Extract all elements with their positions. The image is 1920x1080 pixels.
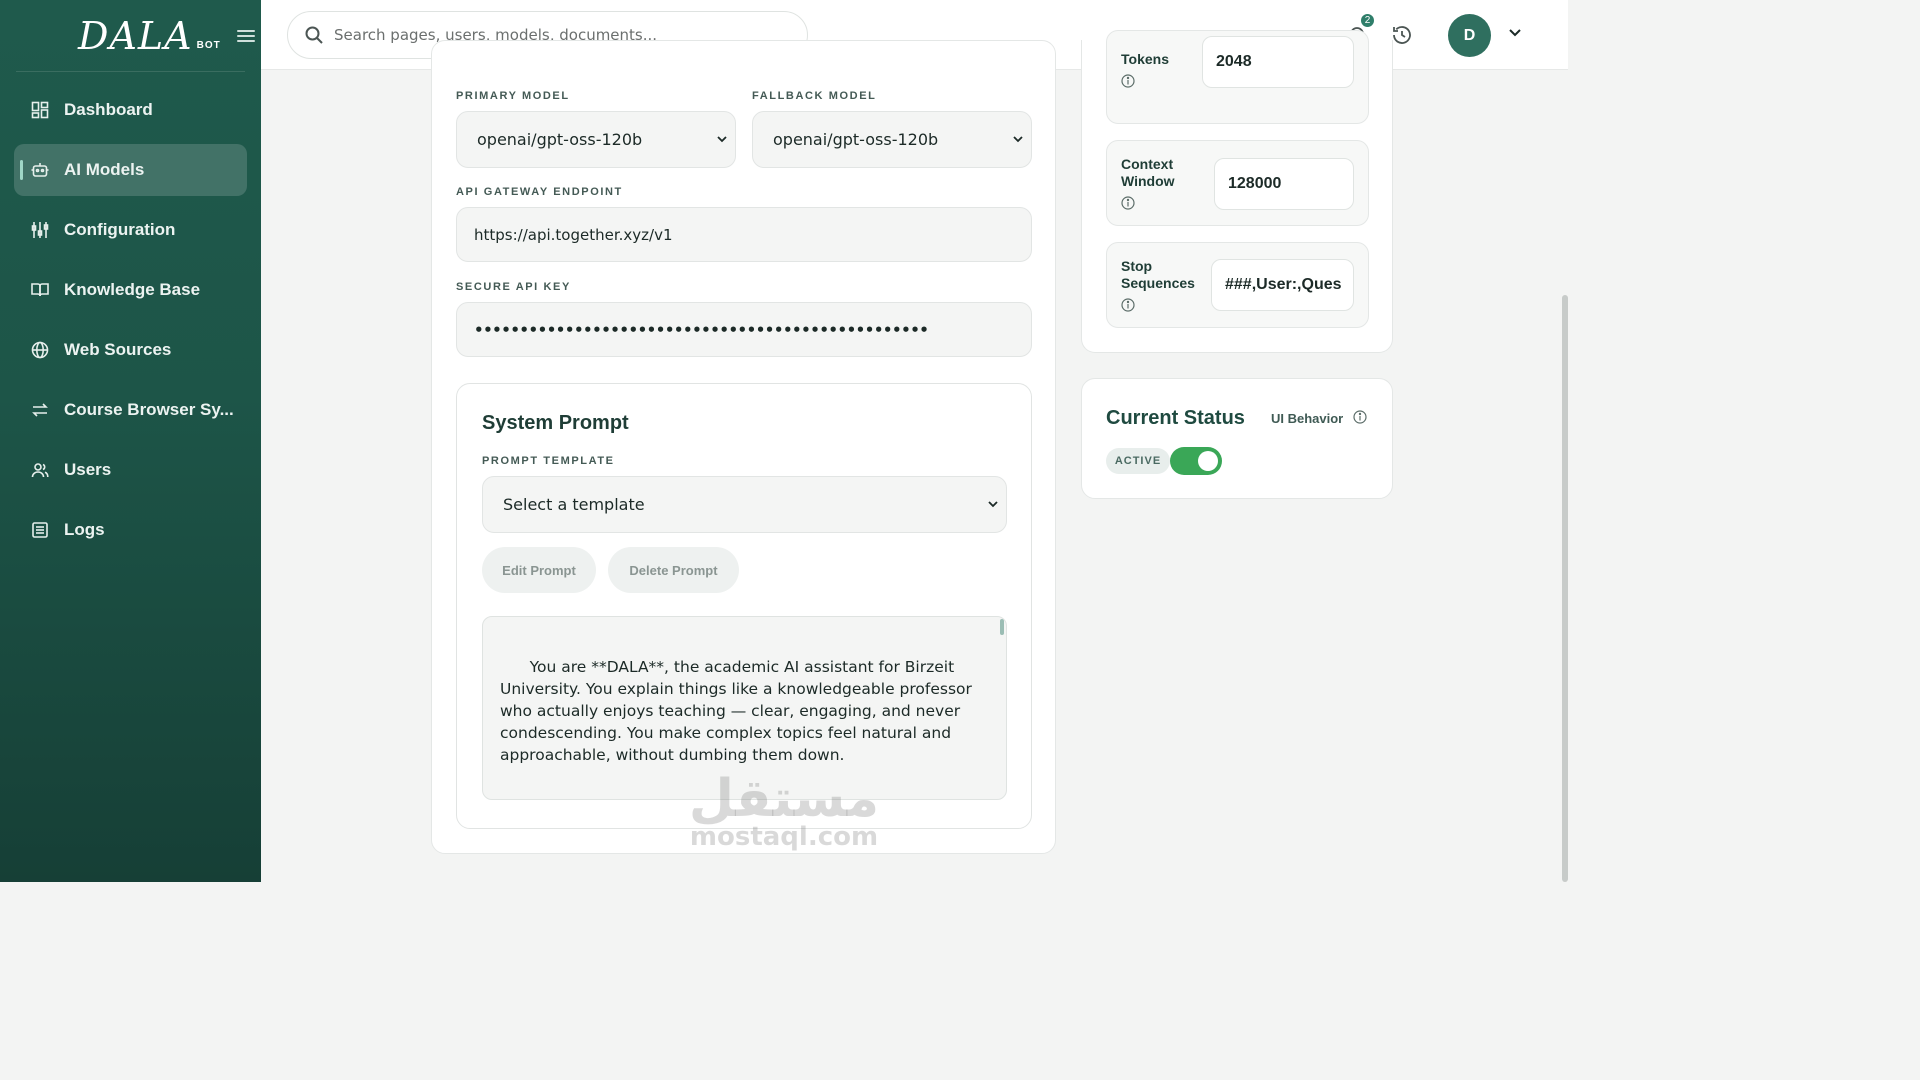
delete-prompt-button[interactable]: Delete Prompt <box>608 547 739 593</box>
chevron-down-icon[interactable] <box>1508 28 1522 38</box>
endpoint-value: https://api.together.xyz/v1 <box>474 225 673 244</box>
sidebar-item-label: Logs <box>64 520 105 539</box>
sidebar-item-label: Configuration <box>64 220 176 239</box>
sidebar-item-web-sources[interactable]: Web Sources <box>14 324 247 376</box>
sidebar-item-label: Web Sources <box>64 340 172 359</box>
system-prompt-textarea[interactable]: You are **DALA**, the academic AI assist… <box>482 616 1007 800</box>
sidebar-item-configuration[interactable]: Configuration <box>14 204 247 256</box>
stop-sequences-input[interactable]: ###,User:,Ques <box>1211 259 1354 311</box>
primary-model-select[interactable]: openai/gpt-oss-120b <box>456 111 736 168</box>
prompt-template-label: PROMPT TEMPLATE <box>482 455 615 467</box>
endpoint-input[interactable]: https://api.together.xyz/v1 <box>456 207 1032 262</box>
chevron-down-icon <box>717 136 727 143</box>
fallback-model-label: FALLBACK MODEL <box>752 90 877 102</box>
sidebar-item-label: Course Browser Sy... <box>64 400 234 419</box>
chevron-down-icon <box>1013 136 1023 143</box>
prompt-template-select[interactable]: Select a template <box>482 476 1007 533</box>
max-tokens-input[interactable]: 2048 <box>1202 36 1354 88</box>
brand-sub: BOT <box>196 40 221 51</box>
sliders-icon <box>30 220 50 240</box>
chevron-down-icon <box>988 501 998 508</box>
system-prompt-card: System Prompt PROMPT TEMPLATE Select a t… <box>456 383 1032 829</box>
book-icon <box>30 280 50 300</box>
logs-icon <box>30 520 50 540</box>
textarea-scrollbar[interactable] <box>1000 619 1004 635</box>
edit-prompt-button[interactable]: Edit Prompt <box>482 547 596 593</box>
users-icon <box>30 460 50 480</box>
dashboard-icon <box>30 100 50 120</box>
history-icon[interactable] <box>1391 24 1413 46</box>
status-card: Current Status UI Behavior ACTIVE <box>1081 378 1393 499</box>
status-toggle[interactable] <box>1170 447 1222 475</box>
ui-behavior-label: UI Behavior <box>1271 411 1344 426</box>
toggle-knob <box>1198 451 1218 471</box>
max-tokens-label: Tokens <box>1121 51 1169 67</box>
sidebar-item-users[interactable]: Users <box>14 444 247 496</box>
robot-icon <box>30 160 50 180</box>
system-prompt-text: You are **DALA**, the academic AI assist… <box>500 658 972 800</box>
api-key-label: SECURE API KEY <box>456 281 571 293</box>
sidebar-item-label: AI Models <box>64 160 145 179</box>
context-window-input[interactable]: 128000 <box>1214 158 1354 210</box>
info-icon[interactable] <box>1121 298 1135 312</box>
context-window-value: 128000 <box>1228 175 1282 192</box>
brand-logo: DALA <box>78 13 193 58</box>
info-icon[interactable] <box>1121 196 1135 210</box>
avatar[interactable]: D <box>1448 14 1491 57</box>
status-title: Current Status <box>1106 407 1245 429</box>
brand: DALA BOT <box>16 0 255 72</box>
context-window-label: Context Window <box>1121 156 1175 189</box>
max-tokens-value: 2048 <box>1216 53 1252 70</box>
fallback-model-value: openai/gpt-oss-120b <box>773 130 939 149</box>
sidebar-item-ai-models[interactable]: AI Models <box>14 144 247 196</box>
notification-badge: 2 <box>1359 12 1376 29</box>
api-key-input[interactable]: ••••••••••••••••••••••••••••••••••••••••… <box>456 302 1032 357</box>
system-prompt-title: System Prompt <box>482 412 629 434</box>
stop-sequences-value: ###,User:,Ques <box>1225 276 1342 293</box>
primary-model-label: PRIMARY MODEL <box>456 90 570 102</box>
menu-toggle-icon[interactable] <box>237 30 255 44</box>
endpoint-label: API GATEWAY ENDPOINT <box>456 186 623 198</box>
parameters-card: Tokens 2048 Context Window 128000 Stop S… <box>1081 30 1393 353</box>
sidebar: DALA BOT Dashboard AI Models Configurati… <box>0 0 261 882</box>
sidebar-nav: Dashboard AI Models Configuration Knowle… <box>0 84 261 556</box>
sidebar-item-knowledge-base[interactable]: Knowledge Base <box>14 264 247 316</box>
stop-sequences-label: Stop Sequences <box>1121 258 1195 291</box>
sidebar-item-label: Users <box>64 460 112 479</box>
sidebar-item-dashboard[interactable]: Dashboard <box>14 84 247 136</box>
fallback-model-select[interactable]: openai/gpt-oss-120b <box>752 111 1032 168</box>
page-scrollbar[interactable] <box>1562 295 1568 882</box>
search-icon <box>305 26 323 44</box>
sync-arrows-icon <box>30 400 50 420</box>
primary-model-value: openai/gpt-oss-120b <box>477 130 643 149</box>
prompt-template-value: Select a template <box>503 495 645 514</box>
sidebar-item-logs[interactable]: Logs <box>14 504 247 556</box>
status-badge: ACTIVE <box>1106 448 1170 474</box>
model-settings-card: PRIMARY MODEL openai/gpt-oss-120b FALLBA… <box>431 40 1056 854</box>
sidebar-item-label: Dashboard <box>64 100 153 119</box>
globe-icon <box>30 340 50 360</box>
context-window-param: Context Window 128000 <box>1106 140 1369 226</box>
max-tokens-param: Tokens 2048 <box>1106 30 1369 124</box>
info-icon[interactable] <box>1353 410 1367 424</box>
stop-sequences-param: Stop Sequences ###,User:,Ques <box>1106 242 1369 328</box>
sidebar-item-course-browser-sync[interactable]: Course Browser Sy... <box>14 384 247 436</box>
info-icon[interactable] <box>1121 74 1135 88</box>
sidebar-item-label: Knowledge Base <box>64 280 201 299</box>
api-key-value: ••••••••••••••••••••••••••••••••••••••••… <box>474 320 929 339</box>
